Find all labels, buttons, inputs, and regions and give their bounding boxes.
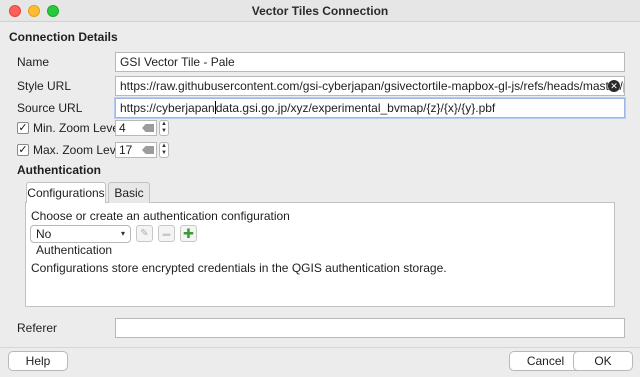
- window-title: Vector Tiles Connection: [251, 4, 389, 18]
- source-url-value-end: data.gsi.go.jp/xyz/experimental_bvmap/{z…: [215, 101, 496, 115]
- name-label: Name: [17, 55, 50, 69]
- help-button[interactable]: Help: [8, 351, 68, 371]
- source-url-value-start: https://cyberjapan: [120, 101, 215, 115]
- arrow-down-icon[interactable]: ▼: [160, 128, 168, 135]
- max-zoom-value: 17: [119, 143, 133, 157]
- tab-basic[interactable]: Basic: [108, 182, 150, 203]
- auth-config-selected: No Authentication: [36, 227, 113, 257]
- max-zoom-input[interactable]: 17: [115, 142, 157, 158]
- chevron-down-icon: ▾: [120, 229, 125, 238]
- plus-icon: ✚: [183, 226, 194, 241]
- referer-label: Referer: [17, 321, 58, 335]
- pencil-icon: ✎: [140, 228, 149, 239]
- arrow-down-icon[interactable]: ▼: [160, 150, 168, 157]
- arrow-up-icon[interactable]: ▲: [160, 121, 168, 128]
- min-zoom-clear-icon[interactable]: [142, 124, 154, 132]
- title-bar: Vector Tiles Connection: [0, 0, 640, 22]
- max-zoom-clear-icon[interactable]: [142, 146, 154, 154]
- referer-field[interactable]: [115, 318, 625, 338]
- source-url-label: Source URL: [17, 101, 83, 115]
- clear-style-url-icon[interactable]: ✕: [608, 80, 620, 92]
- max-zoom-label: Max. Zoom Level: [33, 143, 126, 157]
- edit-config-button[interactable]: ✎: [136, 225, 153, 242]
- min-zoom-checkbox[interactable]: ✓: [17, 122, 29, 134]
- min-zoom-stepper[interactable]: ▲ ▼: [159, 120, 169, 136]
- style-url-label: Style URL: [17, 79, 72, 93]
- auth-choose-text: Choose or create an authentication confi…: [31, 209, 290, 223]
- add-config-button[interactable]: ✚: [180, 225, 197, 242]
- remove-icon: ▬: [162, 229, 171, 238]
- auth-config-select[interactable]: No Authentication ▾: [30, 225, 131, 257]
- arrow-up-icon[interactable]: ▲: [160, 143, 168, 150]
- ok-button[interactable]: OK: [573, 351, 633, 371]
- max-zoom-stepper[interactable]: ▲ ▼: [159, 142, 169, 158]
- style-url-value: https://raw.githubusercontent.com/gsi-cy…: [120, 79, 625, 93]
- divider: [0, 347, 640, 348]
- min-zoom-value: 4: [119, 121, 126, 135]
- name-field[interactable]: GSI Vector Tile - Pale: [115, 52, 625, 72]
- max-zoom-checkbox[interactable]: ✓: [17, 144, 29, 156]
- authentication-heading: Authentication: [17, 163, 101, 177]
- tab-configurations[interactable]: Configurations: [26, 182, 106, 203]
- dialog-window: Vector Tiles Connection Connection Detai…: [0, 0, 640, 377]
- remove-config-button[interactable]: ▬: [158, 225, 175, 242]
- connection-details-heading: Connection Details: [9, 30, 118, 44]
- min-zoom-label: Min. Zoom Level: [33, 121, 122, 135]
- min-zoom-input[interactable]: 4: [115, 120, 157, 136]
- auth-info-text: Configurations store encrypted credentia…: [31, 261, 447, 275]
- source-url-field[interactable]: https://cyberjapandata.gsi.go.jp/xyz/exp…: [115, 98, 625, 118]
- style-url-field[interactable]: https://raw.githubusercontent.com/gsi-cy…: [115, 76, 625, 96]
- cancel-button[interactable]: Cancel: [509, 351, 582, 371]
